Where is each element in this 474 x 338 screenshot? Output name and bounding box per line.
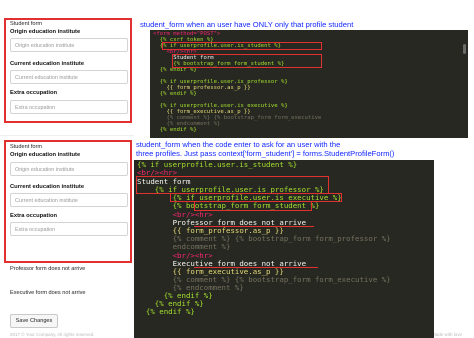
- top-form-highlight: [4, 18, 132, 123]
- underline-professor: [194, 226, 314, 228]
- highlight-is-student: [162, 42, 322, 50]
- bottom-code-panel: {% if userprofile.user.is_student %} <br…: [134, 160, 434, 338]
- bottom-caption-line2: three profiles. Just pass context['form_…: [136, 149, 395, 158]
- highlight-bootstrap-student: [194, 201, 312, 211]
- code-line: {% endif %}: [153, 91, 197, 97]
- underline-executive: [194, 267, 318, 269]
- bottom-form-highlight: [4, 140, 132, 263]
- save-changes-button[interactable]: Save Changes: [10, 314, 58, 328]
- top-code-panel: <form method="POST"> {% csrf_token %} {%…: [150, 30, 468, 138]
- footer-made-with: Made with love: [432, 332, 463, 337]
- code-line: {% endif %}: [153, 127, 197, 133]
- code-line: endcomment %}: [137, 242, 231, 251]
- scrollbar[interactable]: [463, 44, 466, 54]
- top-caption: student_form when an user have ONLY only…: [140, 20, 354, 29]
- highlight-student-form: [172, 54, 322, 68]
- divider: [0, 135, 134, 136]
- professor-form-text: Professor form does not arrive: [10, 266, 86, 272]
- footer-copyright: 2017 © Your Company, All rights reserved…: [10, 332, 95, 337]
- highlight-student-form-block: [136, 176, 329, 194]
- bottom-caption-line1: student_form when the code enter to ask …: [136, 140, 341, 149]
- executive-form-text: Executive form does not arrive: [10, 290, 86, 296]
- code-line: {% endif %}: [137, 307, 195, 316]
